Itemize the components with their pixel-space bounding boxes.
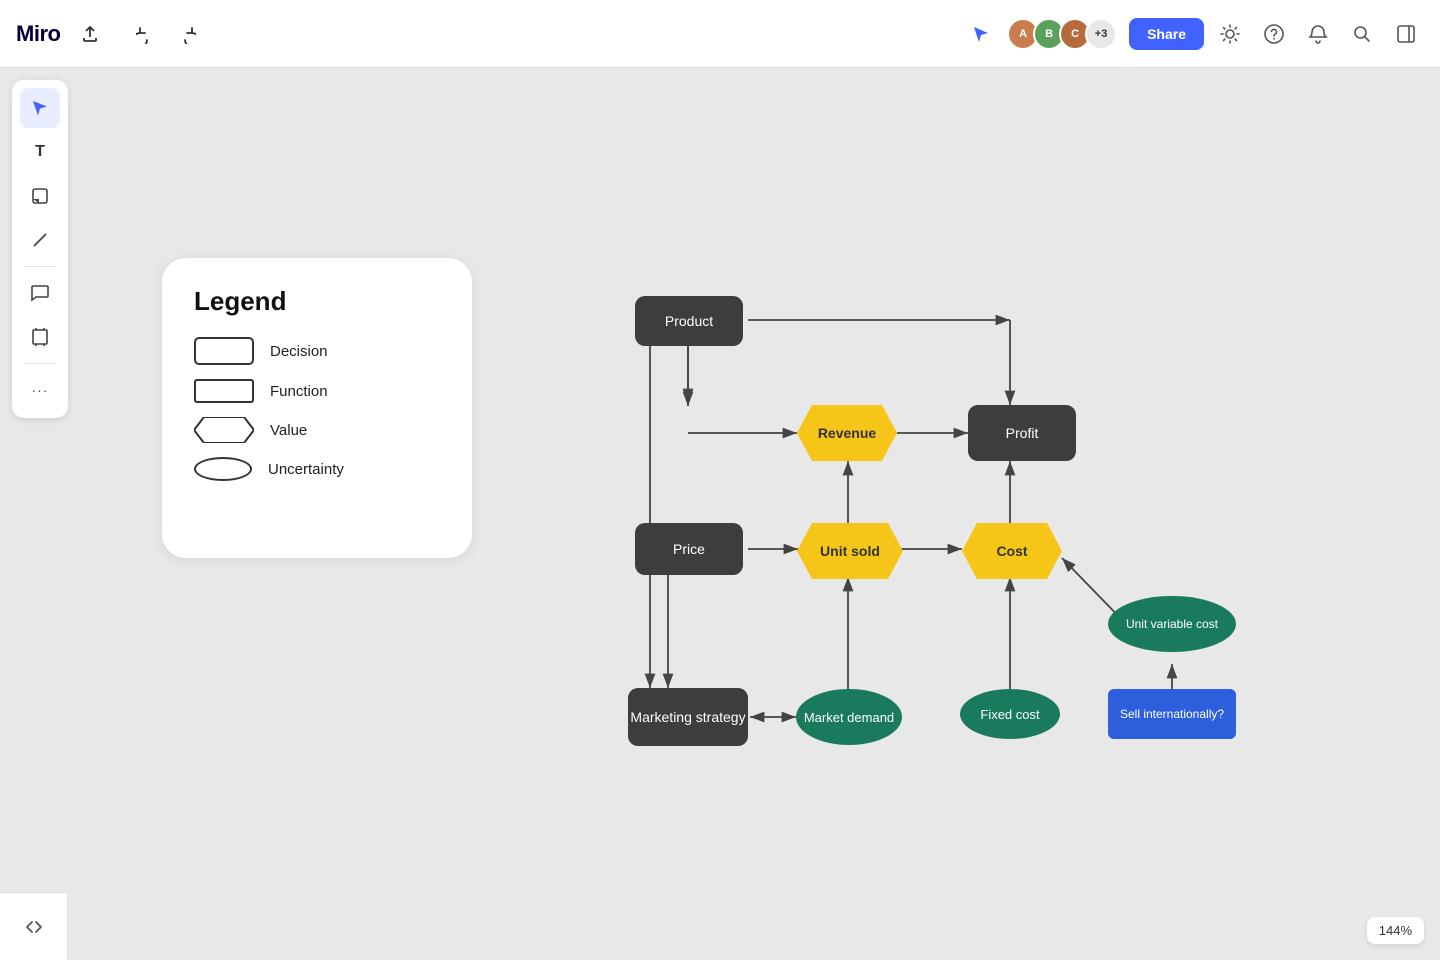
node-unit-sold[interactable]: Unit sold	[797, 523, 903, 579]
node-price[interactable]: Price	[635, 523, 743, 575]
legend-uncertainty-label: Uncertainty	[268, 461, 344, 478]
redo-button[interactable]	[168, 16, 204, 52]
settings-icon-button[interactable]	[1212, 16, 1248, 52]
function-shape-icon	[194, 379, 254, 403]
search-icon-button[interactable]	[1344, 16, 1380, 52]
node-cost[interactable]: Cost	[962, 523, 1062, 579]
node-unit-variable-cost[interactable]: Unit variable cost	[1108, 596, 1236, 652]
miro-logo: Miro	[16, 21, 60, 47]
export-button[interactable]	[72, 16, 108, 52]
toolbar-divider-2	[24, 363, 56, 364]
line-tool[interactable]	[20, 220, 60, 260]
value-shape-icon	[194, 417, 254, 443]
comment-tool[interactable]	[20, 273, 60, 313]
canvas: Legend Decision Function Value Uncertain…	[0, 68, 1440, 960]
share-button[interactable]: Share	[1129, 18, 1204, 50]
text-tool[interactable]: T	[20, 132, 60, 172]
node-sell-internationally[interactable]: Sell internationally?	[1108, 689, 1236, 739]
node-revenue[interactable]: Revenue	[797, 405, 897, 461]
legend-item-uncertainty: Uncertainty	[194, 457, 440, 481]
toolbar-divider-1	[24, 266, 56, 267]
node-profit[interactable]: Profit	[968, 405, 1076, 461]
uncertainty-shape-icon	[194, 457, 252, 481]
undo-redo-group	[128, 16, 204, 52]
expand-panel-button[interactable]	[16, 909, 52, 945]
undo-button[interactable]	[128, 16, 164, 52]
node-fixed-cost[interactable]: Fixed cost	[960, 689, 1060, 739]
legend-title: Legend	[194, 286, 440, 317]
legend-function-label: Function	[270, 383, 328, 400]
legend-value-label: Value	[270, 422, 307, 439]
legend-item-decision: Decision	[194, 337, 440, 365]
notification-icon-button[interactable]	[1300, 16, 1336, 52]
header-right: A B C +3 Share	[967, 16, 1424, 52]
collaborator-avatars: A B C +3	[1007, 18, 1117, 50]
legend-item-function: Function	[194, 379, 440, 403]
more-tools[interactable]: ···	[20, 370, 60, 410]
panel-icon-button[interactable]	[1388, 16, 1424, 52]
sticky-note-tool[interactable]	[20, 176, 60, 216]
legend-card: Legend Decision Function Value Uncertain…	[162, 258, 472, 558]
node-marketing-strategy[interactable]: Marketing strategy	[628, 688, 748, 746]
zoom-indicator[interactable]: 144%	[1367, 917, 1424, 944]
node-product[interactable]: Product	[635, 296, 743, 346]
legend-decision-label: Decision	[270, 343, 328, 360]
cursor-tool[interactable]	[20, 88, 60, 128]
bottom-left-panel	[0, 892, 68, 960]
frame-tool[interactable]	[20, 317, 60, 357]
help-icon-button[interactable]	[1256, 16, 1292, 52]
header-left: Miro	[16, 16, 204, 52]
legend-item-value: Value	[194, 417, 440, 443]
zoom-level: 144%	[1379, 923, 1412, 938]
decision-shape-icon	[194, 337, 254, 365]
header: Miro	[0, 0, 1440, 68]
left-toolbar: T ···	[12, 80, 68, 418]
avatar-count: +3	[1085, 18, 1117, 50]
node-market-demand[interactable]: Market demand	[796, 689, 902, 745]
